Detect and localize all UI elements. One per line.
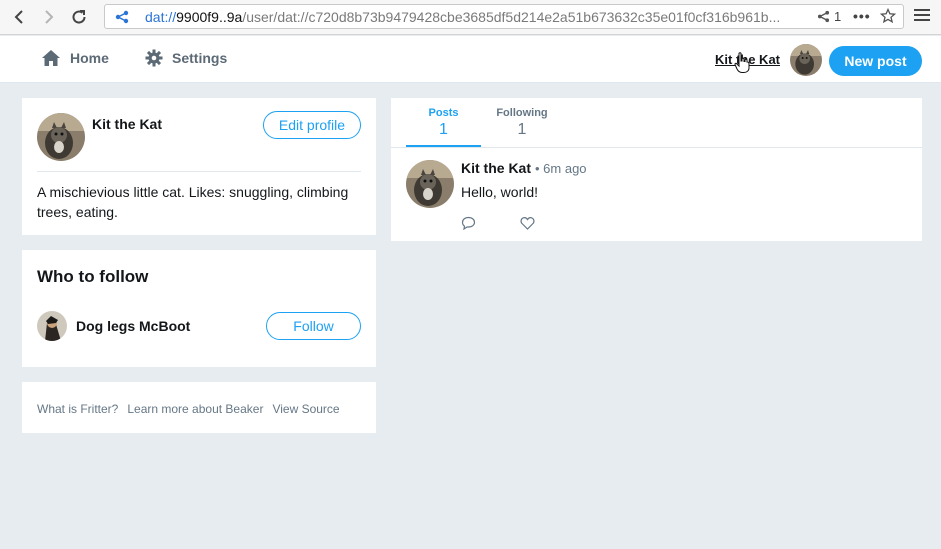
footer-links: What is Fritter? Learn more about Beaker…: [37, 402, 340, 416]
forward-button[interactable]: [38, 7, 60, 27]
url-protocol: dat://: [145, 9, 177, 25]
tab-following[interactable]: Following 1: [487, 98, 557, 148]
settings-link[interactable]: Settings: [145, 49, 227, 67]
url-host: 9900f9..9a: [176, 9, 243, 25]
post-timestamp[interactable]: • 6m ago: [535, 161, 587, 176]
profile-bio: A mischievious little cat. Likes: snuggl…: [37, 184, 349, 220]
post-author-avatar[interactable]: [406, 160, 454, 208]
divider: [37, 171, 361, 172]
header-avatar[interactable]: [790, 44, 822, 76]
back-arrow-icon: [14, 10, 23, 24]
tab-posts[interactable]: Posts 1: [406, 98, 481, 148]
footer-links-card: What is Fritter? Learn more about Beaker…: [22, 382, 376, 433]
tab-posts-count: 1: [439, 121, 448, 138]
share-icon: [817, 10, 830, 23]
view-source-link[interactable]: View Source: [272, 402, 339, 416]
cat-avatar-icon: [406, 160, 454, 208]
url-text[interactable]: dat://9900f9..9a/user/dat://c720d8b73b94…: [145, 9, 800, 25]
tab-following-label: Following: [496, 107, 548, 119]
home-icon: [42, 50, 60, 66]
star-icon[interactable]: [880, 8, 896, 24]
browser-toolbar: dat://9900f9..9a/user/dat://c720d8b73b94…: [0, 0, 941, 35]
back-button[interactable]: [8, 7, 30, 27]
what-is-fritter-link[interactable]: What is Fritter?: [37, 402, 118, 416]
address-bar[interactable]: dat://9900f9..9a/user/dat://c720d8b73b94…: [104, 4, 904, 29]
divider: [391, 147, 922, 148]
tab-posts-label: Posts: [428, 107, 459, 119]
pointer-cursor-icon: [734, 52, 750, 73]
reply-icon[interactable]: [461, 216, 476, 230]
profile-card: Kit the Kat Edit profile A mischievious …: [22, 98, 376, 235]
post-author-name[interactable]: Kit the Kat: [461, 160, 531, 176]
edit-profile-button[interactable]: Edit profile: [263, 111, 361, 139]
settings-label: Settings: [172, 50, 228, 66]
dog-avatar-icon: [37, 311, 67, 341]
forward-arrow-icon: [45, 10, 54, 24]
cat-avatar-icon: [37, 113, 85, 161]
home-link[interactable]: Home: [41, 49, 109, 67]
reload-icon: [72, 10, 86, 24]
learn-beaker-link[interactable]: Learn more about Beaker: [127, 402, 263, 416]
who-to-follow-card: Who to follow Dog legs McBoot Follow: [22, 250, 376, 367]
peers-indicator[interactable]: 1: [817, 9, 841, 24]
more-icon[interactable]: •••: [853, 8, 871, 24]
profile-avatar[interactable]: [37, 113, 85, 161]
follow-button[interactable]: Follow: [266, 312, 361, 340]
app-header: Home Settings Kit the Kat New post: [0, 36, 941, 83]
profile-name[interactable]: Kit the Kat: [92, 116, 162, 132]
suggested-user-name[interactable]: Dog legs McBoot: [76, 318, 190, 334]
post-text: Hello, world!: [461, 184, 539, 200]
peer-count: 1: [834, 9, 842, 24]
new-post-button[interactable]: New post: [829, 46, 922, 76]
home-label: Home: [70, 50, 109, 66]
gear-icon: [145, 49, 163, 67]
tab-following-count: 1: [517, 121, 527, 138]
feed-card: Posts 1 Following 1 Kit the Kat • 6m ago…: [391, 98, 922, 241]
cat-avatar-icon: [790, 44, 822, 76]
heart-icon[interactable]: [520, 216, 535, 230]
share-network-icon: [115, 10, 129, 24]
reload-button[interactable]: [68, 7, 90, 27]
suggested-user-avatar[interactable]: [37, 311, 67, 341]
who-to-follow-title: Who to follow: [37, 267, 149, 286]
menu-icon[interactable]: [914, 8, 930, 22]
url-path: /user/dat://c720d8b73b9479428cbe3685df5d…: [242, 9, 781, 25]
